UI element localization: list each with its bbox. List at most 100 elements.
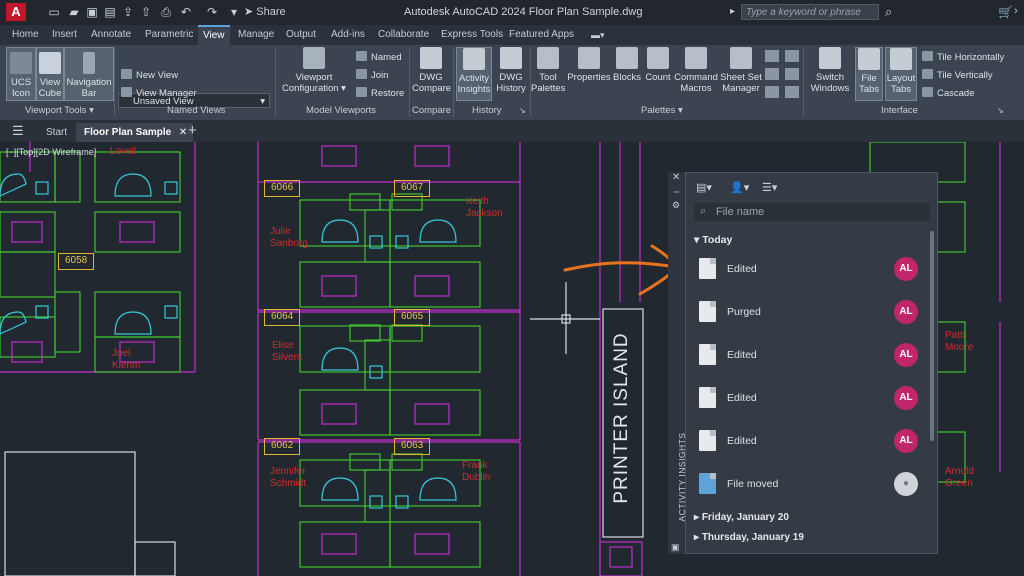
viewport-grid-icon <box>303 47 325 69</box>
tab-start[interactable]: Start <box>38 123 75 142</box>
undo-icon[interactable]: ↶ <box>178 5 194 19</box>
search-input[interactable]: Type a keyword or phrase <box>741 4 879 20</box>
tile-vertically-button[interactable]: Tile Vertically <box>922 69 993 81</box>
palette-small-icon[interactable] <box>765 50 779 62</box>
tab-floor-plan-sample[interactable]: Floor Plan Sample ✕ <box>76 123 194 142</box>
properties-button[interactable]: Properties <box>567 47 611 101</box>
activity-item[interactable]: Edited AL <box>686 420 926 463</box>
search-icon: ⌕ <box>700 205 707 217</box>
panel-title-named-views: Named Views <box>167 105 226 116</box>
activity-item[interactable]: Purged AL <box>686 291 926 334</box>
save-icon[interactable]: ▣ <box>84 5 100 19</box>
palette-small-icon[interactable] <box>785 68 799 80</box>
file-name-search-input[interactable]: File name <box>694 203 930 221</box>
activity-item[interactable]: Edited AL <box>686 334 926 377</box>
tab-annotate[interactable]: Annotate <box>86 25 136 45</box>
palettes-title: Palettes <box>641 105 676 116</box>
viewport-configuration-button[interactable]: Viewport Configuration ▾ <box>282 47 346 101</box>
palette-small-icon[interactable] <box>785 86 799 98</box>
palette-auto-hide-icon[interactable]: ⇔ <box>672 186 681 196</box>
ribbon-display-toggle-icon[interactable]: ▬▾ <box>586 25 610 45</box>
cart-icon[interactable]: 🛒 <box>998 5 1013 19</box>
cascade-button[interactable]: Cascade <box>922 87 975 99</box>
viewport-controls-label[interactable]: [−][Top][2D Wireframe] <box>6 147 96 157</box>
section-friday[interactable]: ▸ Friday, January 20 <box>694 512 789 523</box>
tab-express-tools[interactable]: Express Tools <box>436 25 508 45</box>
view-mode-icon[interactable]: ▤▾ <box>696 181 712 194</box>
navigation-bar-button[interactable]: Navigation Bar <box>64 47 114 101</box>
switch-windows-icon <box>819 47 841 69</box>
dwg-compare-button[interactable]: DWG Compare <box>412 47 451 101</box>
tab-home[interactable]: Home <box>7 25 44 45</box>
panel-launcher-icon[interactable]: ↘ <box>519 106 526 115</box>
file-tabs-button[interactable]: File Tabs <box>855 47 883 101</box>
tab-view[interactable]: View <box>198 25 230 45</box>
new-file-icon[interactable]: ▭ <box>46 5 62 19</box>
tile-horizontally-button[interactable]: Tile Horizontally <box>922 51 1004 63</box>
upload-icon[interactable]: ⇪ <box>120 5 136 19</box>
switch-windows-button[interactable]: Switch Windows <box>808 47 852 101</box>
new-tab-icon[interactable]: + <box>188 122 197 139</box>
tab-insert[interactable]: Insert <box>47 25 82 45</box>
search-icon[interactable]: ⌕ <box>885 4 892 20</box>
activity-label: Edited <box>727 435 757 447</box>
tab-collaborate[interactable]: Collaborate <box>373 25 434 45</box>
close-palette-icon[interactable]: ✕ <box>672 172 680 183</box>
occupant-label: Joel Klenm <box>112 348 141 371</box>
palette-settings-icon[interactable]: ⚙ <box>672 200 680 211</box>
user-avatar: AL <box>894 257 918 281</box>
panel-title-viewport-tools[interactable]: Viewport Tools ▾ <box>25 105 94 116</box>
join-viewports-button[interactable]: Join <box>356 69 388 81</box>
count-button[interactable]: Count <box>643 47 673 101</box>
view-cube-button[interactable]: View Cube <box>36 47 64 101</box>
panel-launcher-icon[interactable]: ↘ <box>997 106 1004 115</box>
activity-item[interactable]: Edited AL <box>686 248 926 291</box>
tab-featured-apps[interactable]: Featured Apps <box>504 25 579 45</box>
palette-small-icon[interactable] <box>765 68 779 80</box>
activity-item[interactable]: Edited AL <box>686 377 926 420</box>
list-options-icon[interactable]: ☰▾ <box>762 181 777 194</box>
share-button[interactable]: ➤ Share <box>244 5 286 18</box>
sheet-set-manager-button[interactable]: Sheet Set Manager <box>720 47 762 101</box>
tab-add-ins[interactable]: Add-ins <box>326 25 370 45</box>
more-icon[interactable]: › <box>1014 5 1018 17</box>
command-macros-button[interactable]: Command Macros <box>674 47 718 101</box>
search-arrow-icon: ▸ <box>730 6 736 17</box>
palette-scrollbar[interactable] <box>930 231 934 441</box>
user-filter-icon[interactable]: 👤▾ <box>730 181 749 194</box>
app-menu-button[interactable]: A <box>6 3 26 21</box>
layout-tabs-button[interactable]: Layout Tabs <box>885 47 917 101</box>
section-thursday[interactable]: ▸ Thursday, January 19 <box>694 532 804 543</box>
tab-output[interactable]: Output <box>281 25 321 45</box>
palette-small-icon[interactable] <box>765 86 779 98</box>
printer-island-label: PRINTER ISLAND <box>611 332 632 504</box>
close-tab-icon[interactable]: ✕ <box>179 123 187 142</box>
tool-palettes-button[interactable]: Tool Palettes <box>531 47 565 101</box>
print-icon[interactable]: ⎙ <box>158 5 174 19</box>
room-label: 6062 <box>264 438 301 455</box>
hamburger-menu-icon[interactable]: ☰ <box>12 123 24 139</box>
tile-vertically-icon <box>922 69 933 79</box>
section-today[interactable]: ▾ Today <box>694 234 732 246</box>
customize-qat-icon[interactable]: ▾ <box>226 5 242 19</box>
open-folder-icon[interactable]: ▰ <box>66 5 82 19</box>
panel-title-interface: Interface <box>881 105 918 116</box>
tab-manage[interactable]: Manage <box>233 25 279 45</box>
ucs-icon-label: UCS Icon <box>10 77 32 99</box>
panel-title-palettes[interactable]: Palettes ▾ <box>641 105 683 116</box>
named-viewports-button[interactable]: Named <box>356 51 402 63</box>
activity-insights-button[interactable]: Activity Insights <box>456 47 492 101</box>
redo-icon[interactable]: ↷ <box>204 5 220 19</box>
save-as-icon[interactable]: ▤ <box>102 5 118 19</box>
blocks-button[interactable]: Blocks <box>612 47 642 101</box>
activity-item[interactable]: File moved ● <box>686 463 926 506</box>
ucs-icon-button[interactable]: UCS Icon <box>6 47 36 101</box>
restore-viewports-button[interactable]: Restore <box>356 87 404 99</box>
edited-file-icon <box>699 258 716 279</box>
palette-small-icon[interactable] <box>785 50 799 62</box>
tab-parametric[interactable]: Parametric <box>140 25 198 45</box>
share-file-icon[interactable]: ⇧ <box>138 5 154 19</box>
dwg-history-button[interactable]: DWG History <box>494 47 528 101</box>
view-manager-button[interactable]: View Manager <box>121 87 197 99</box>
new-view-button[interactable]: New View <box>121 69 178 81</box>
